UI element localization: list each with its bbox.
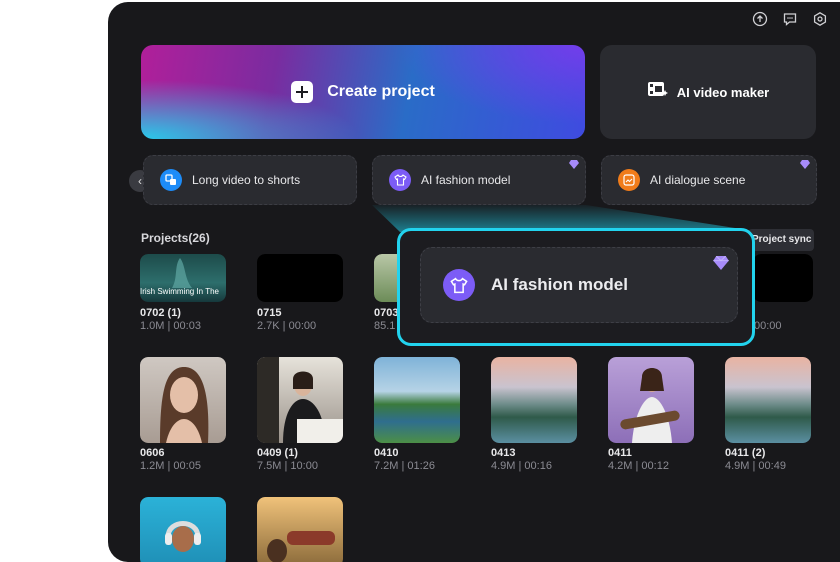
callout-label: AI fashion model <box>491 275 628 294</box>
premium-gem-icon <box>713 256 729 270</box>
ai-fashion-model-callout: AI fashion model <box>397 228 755 346</box>
ai-fashion-model-callout-button[interactable]: AI fashion model <box>420 247 738 323</box>
shirt-icon <box>443 269 475 301</box>
